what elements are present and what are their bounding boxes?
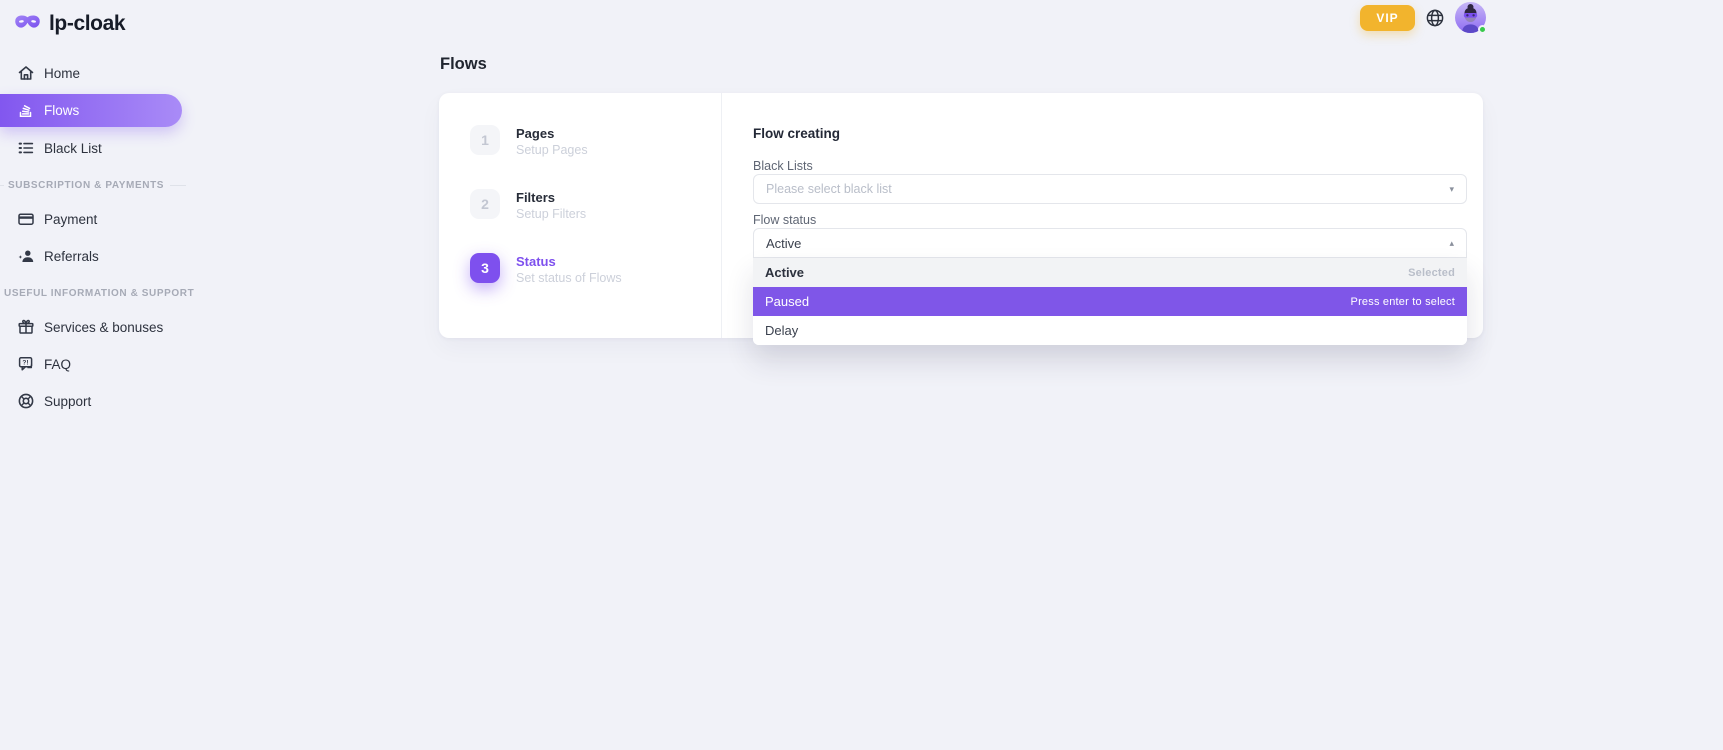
sidebar-item-label: Home (44, 66, 80, 81)
black-lists-label: Black Lists (753, 159, 1467, 174)
credit-card-icon (16, 210, 35, 229)
step-number-badge: 3 (470, 253, 500, 283)
option-label: Active (765, 265, 804, 280)
list-icon (16, 139, 35, 158)
sidebar-item-referrals[interactable]: Referrals (0, 241, 200, 271)
online-status-dot (1478, 25, 1487, 34)
step-subtitle: Setup Pages (516, 144, 588, 157)
flow-status-select[interactable]: Active ▴ (753, 228, 1467, 258)
sidebar-item-support[interactable]: Support (0, 386, 200, 416)
option-active[interactable]: Active Selected (753, 258, 1467, 287)
sidebar-section-support: USEFUL INFORMATION & SUPPORT (0, 286, 200, 300)
sidebar-item-label: Referrals (44, 249, 99, 264)
flow-status-dropdown: Active Selected Paused Press enter to se… (753, 258, 1467, 345)
sidebar-item-flows[interactable]: Flows (0, 94, 182, 127)
step-title: Pages (516, 125, 588, 140)
step-number-badge: 1 (470, 125, 500, 155)
step-pages[interactable]: 1 Pages Setup Pages (470, 125, 721, 157)
step-subtitle: Setup Filters (516, 208, 586, 221)
sidebar: lp-cloak Home (0, 0, 200, 423)
sidebar-item-label: Black List (44, 141, 102, 156)
sidebar-item-services[interactable]: Services & bonuses (0, 312, 200, 342)
flow-status-label: Flow status (753, 213, 1467, 228)
globe-icon[interactable] (1425, 8, 1445, 28)
sidebar-item-payment[interactable]: Payment (0, 204, 200, 234)
sidebar-item-label: Payment (44, 212, 97, 227)
referrals-icon (16, 247, 35, 266)
step-title: Filters (516, 189, 586, 204)
stepper: 1 Pages Setup Pages 2 Filters Setup Filt… (439, 93, 722, 338)
sidebar-nav: Home Flows Black (0, 58, 200, 416)
sidebar-item-label: Support (44, 394, 91, 409)
sidebar-section-subscription: SUBSCRIPTION & PAYMENTS (0, 178, 200, 192)
support-icon (16, 392, 35, 411)
mask-icon (14, 14, 41, 35)
step-number-badge: 2 (470, 189, 500, 219)
option-hint: Selected (1408, 267, 1455, 279)
option-label: Paused (765, 294, 809, 309)
black-lists-select[interactable]: Please select black list ▾ (753, 174, 1467, 204)
sidebar-item-label: Services & bonuses (44, 320, 163, 335)
topbar-cluster: VIP (1360, 2, 1486, 33)
option-paused[interactable]: Paused Press enter to select (753, 287, 1467, 316)
sidebar-item-home[interactable]: Home (0, 58, 200, 88)
option-label: Delay (765, 323, 798, 338)
chevron-down-icon: ▾ (1449, 185, 1454, 194)
page-title: Flows (440, 55, 487, 74)
brand-name: lp-cloak (49, 12, 125, 36)
home-icon (16, 64, 35, 83)
option-hint: Press enter to select (1351, 296, 1455, 308)
sidebar-item-black-list[interactable]: Black List (0, 133, 200, 163)
option-delay[interactable]: Delay (753, 316, 1467, 345)
faq-icon: ?! (16, 355, 35, 374)
sidebar-item-label: Flows (44, 103, 79, 118)
brand-logo[interactable]: lp-cloak (0, 0, 200, 38)
form-title: Flow creating (753, 126, 1467, 142)
flow-creating-form: Flow creating Black Lists Please select … (722, 93, 1483, 338)
step-filters[interactable]: 2 Filters Setup Filters (470, 189, 721, 221)
flows-icon (16, 101, 35, 120)
avatar[interactable] (1455, 2, 1486, 33)
step-status[interactable]: 3 Status Set status of Flows (470, 253, 721, 285)
flow-card: 1 Pages Setup Pages 2 Filters Setup Filt… (439, 93, 1483, 338)
step-title: Status (516, 253, 622, 268)
flow-status-value: Active (766, 236, 801, 251)
chevron-up-icon: ▴ (1449, 239, 1454, 248)
black-lists-placeholder: Please select black list (766, 182, 892, 196)
sidebar-item-faq[interactable]: ?! FAQ (0, 349, 200, 379)
step-subtitle: Set status of Flows (516, 272, 622, 285)
gift-icon (16, 318, 35, 337)
vip-button[interactable]: VIP (1360, 5, 1415, 31)
svg-text:?!: ?! (22, 360, 28, 367)
sidebar-item-label: FAQ (44, 357, 71, 372)
